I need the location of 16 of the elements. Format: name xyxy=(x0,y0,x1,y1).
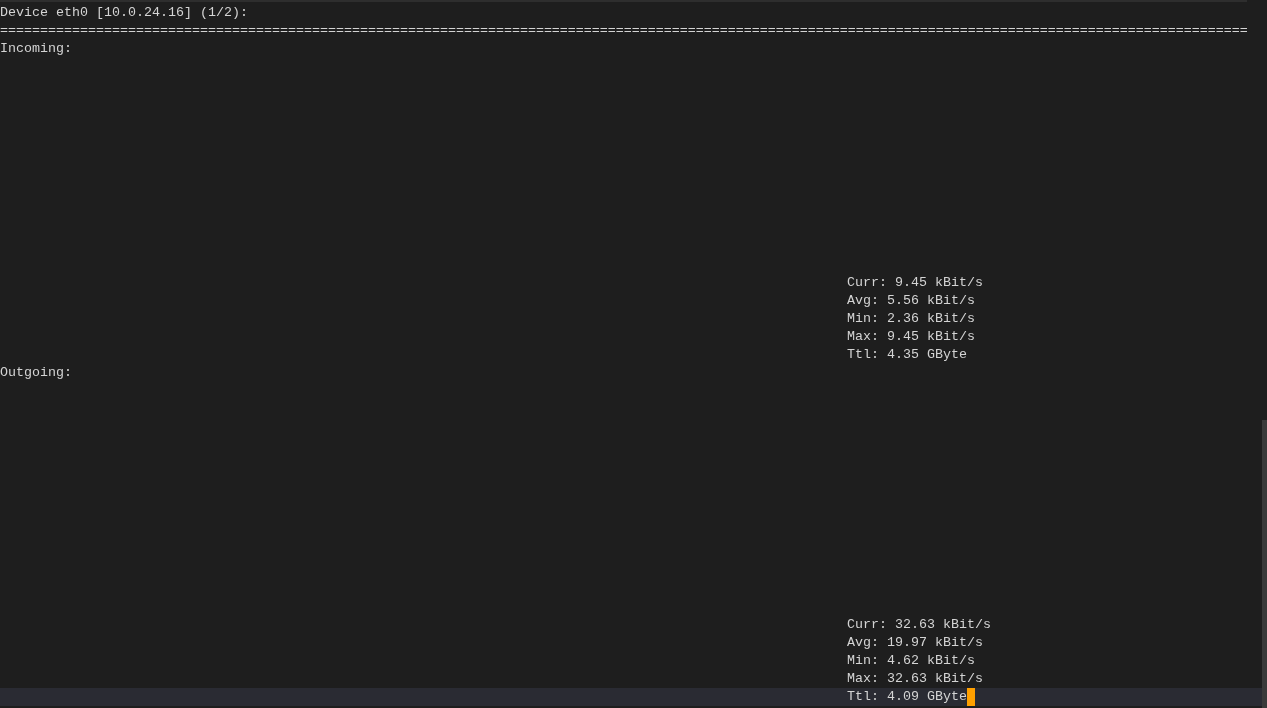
stat-line: Curr: 9.45 kBit/s xyxy=(847,274,983,292)
stat-line: Ttl: 4.35 GByte xyxy=(847,346,967,364)
stat-line: Max: 32.63 kBit/s xyxy=(847,670,983,688)
section-label: Incoming: xyxy=(0,41,72,56)
section-label: Outgoing: xyxy=(0,365,72,380)
device-header: Device eth0 [10.0.24.16] (1/2): xyxy=(0,5,248,20)
scrollbar-thumb[interactable] xyxy=(1262,420,1267,708)
stat-line: Avg: 19.97 kBit/s xyxy=(847,634,983,652)
stat-line: Min: 4.62 kBit/s xyxy=(847,652,975,670)
stat-line: Max: 9.45 kBit/s xyxy=(847,328,975,346)
separator-line: ============================================================================================================================================================ xyxy=(0,23,1248,38)
terminal-cursor xyxy=(967,688,975,706)
stat-line: Curr: 32.63 kBit/s xyxy=(847,616,991,634)
stat-line: Avg: 5.56 kBit/s xyxy=(847,292,975,310)
stat-line: Ttl: 4.09 GByte xyxy=(847,688,967,706)
stat-line: Min: 2.36 kBit/s xyxy=(847,310,975,328)
